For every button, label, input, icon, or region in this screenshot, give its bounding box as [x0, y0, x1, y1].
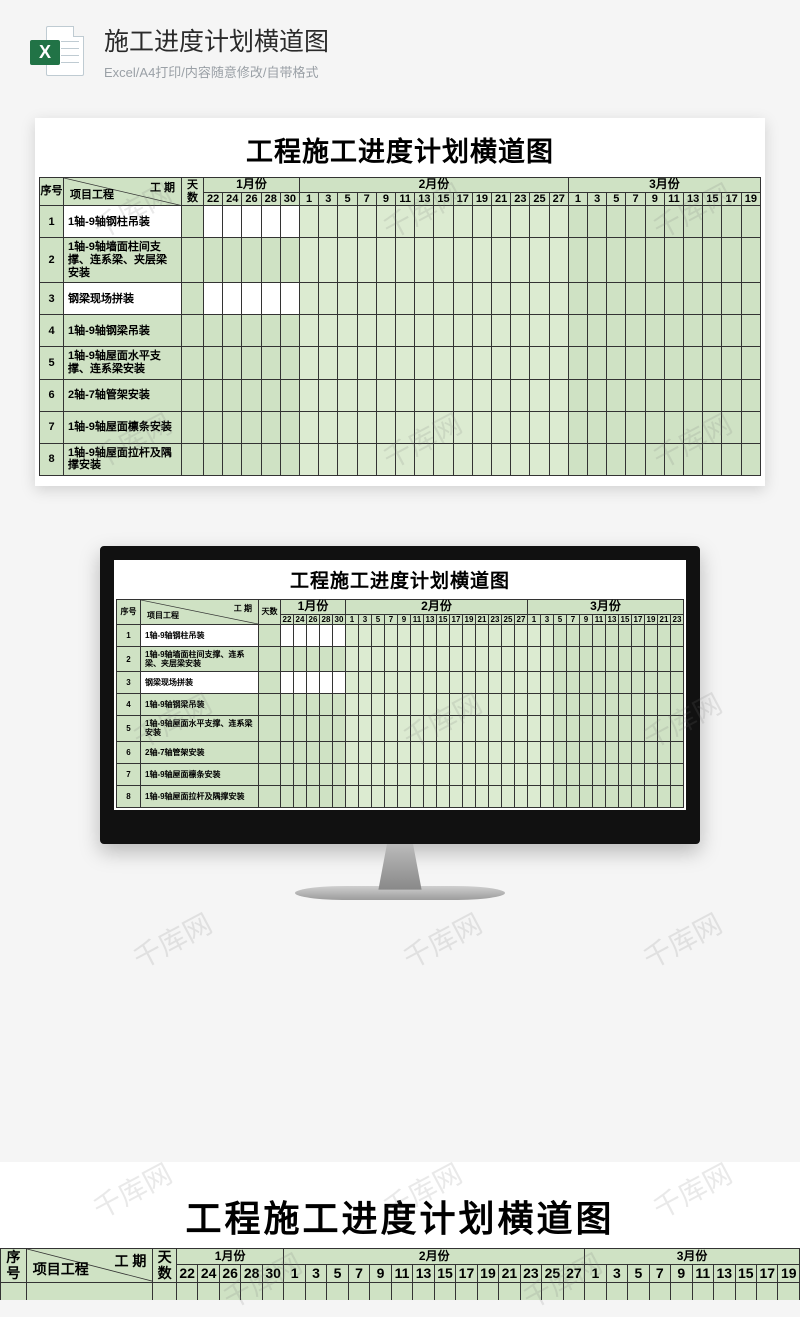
task-name: 1轴-9轴钢柱吊装: [141, 624, 259, 646]
chart-title: 工程施工进度计划横道图: [39, 130, 761, 169]
page-header: X 施工进度计划横道图 Excel/A4打印/内容随意修改/自带格式: [0, 0, 800, 92]
task-name: 2轴-7轴管架安装: [141, 741, 259, 763]
monitor-mockup: 工程施工进度计划横道图 序号工 期项目工程天数1月份2月份3月份22242628…: [100, 546, 700, 900]
task-name: 1轴-9轴钢梁吊装: [141, 694, 259, 716]
task-name: 1轴-9轴墙面柱间支撑、连系梁、夹层梁安装: [64, 238, 182, 283]
task-name: 2轴-7轴管架安装: [64, 379, 182, 411]
gantt-table-small: 序号工 期项目工程天数1月份2月份3月份22242628301357911131…: [116, 599, 684, 808]
task-name: 1轴-9轴钢梁吊装: [64, 315, 182, 347]
page-subtitle: Excel/A4打印/内容随意修改/自带格式: [104, 62, 770, 81]
task-name: 1轴-9轴屋面拉杆及隅撑安装: [141, 785, 259, 807]
template-preview-large: 工程施工进度计划横道图 序号工 期项目工程天数1月份2月份3月份22242628…: [35, 118, 765, 486]
chart-title: 工程施工进度计划横道图: [0, 1190, 800, 1242]
chart-title: 工程施工进度计划横道图: [116, 566, 684, 593]
excel-badge: X: [30, 40, 60, 65]
excel-icon: X: [30, 20, 86, 82]
task-name: 钢梁现场拼装: [64, 283, 182, 315]
task-name: 1轴-9轴屋面檩条安装: [64, 411, 182, 443]
gantt-table-crop: 序号工 期项目工程天数1月份2月份3月份22242628301357911131…: [0, 1248, 800, 1300]
task-name: 钢梁现场拼装: [141, 672, 259, 694]
task-name: 1轴-9轴屋面水平支撑、连系梁安装: [141, 716, 259, 741]
task-name: 1轴-9轴墙面柱间支撑、连系梁、夹层梁安装: [141, 646, 259, 671]
template-preview-crop: 工程施工进度计划横道图 序号工 期项目工程天数1月份2月份3月份22242628…: [0, 1158, 800, 1300]
gantt-table: 序号工 期项目工程天数1月份2月份3月份22242628301357911131…: [39, 177, 761, 476]
watermark: 千库网: [126, 903, 219, 978]
page-title: 施工进度计划横道图: [104, 22, 770, 58]
watermark: 千库网: [636, 903, 729, 978]
task-name: 1轴-9轴屋面水平支撑、连系梁安装: [64, 347, 182, 379]
task-name: 1轴-9轴屋面拉杆及隅撑安装: [64, 443, 182, 475]
task-name: 1轴-9轴钢柱吊装: [64, 206, 182, 238]
watermark: 千库网: [396, 903, 489, 978]
task-name: 1轴-9轴屋面檩条安装: [141, 763, 259, 785]
